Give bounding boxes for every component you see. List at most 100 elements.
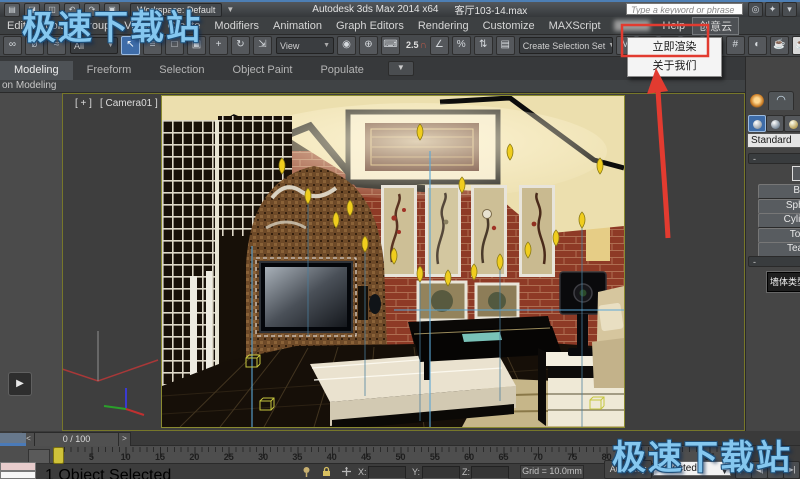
ribbon-tab-modeling[interactable]: Modeling [0, 61, 73, 80]
reference-coordinate-combo[interactable]: View▼ [276, 37, 334, 54]
create-tab-icon[interactable] [750, 94, 764, 108]
new-scene-icon[interactable]: ▤ [4, 3, 20, 17]
menu-item-edit[interactable]: Edit [0, 19, 33, 33]
menu-item-graph-editors[interactable]: Graph Editors [329, 19, 411, 33]
viewport-menu-general[interactable]: [ + ] [75, 98, 92, 109]
menu-item-customize[interactable]: Customize [476, 19, 542, 33]
cloud-menu-item-1[interactable]: 立即渲染 [628, 38, 721, 57]
next-frame-button[interactable]: ▶| [783, 461, 800, 479]
angle-snap-icon[interactable]: ∠ [430, 36, 449, 55]
unlink-selection-icon[interactable]: ø [25, 36, 44, 55]
create-torus-button[interactable]: Torus [758, 228, 800, 243]
lights-category-icon[interactable] [784, 115, 800, 132]
time-slider-value[interactable]: 0 / 100 [34, 432, 119, 447]
ribbon-tab-populate[interactable]: Populate [306, 61, 377, 80]
y-coord-label: Y: [412, 467, 420, 477]
selection-filter-combo[interactable]: All▼ [70, 37, 118, 54]
menu-item-tools[interactable]: Tools [33, 19, 73, 33]
selection-lock-icon[interactable] [320, 466, 333, 478]
communication-center-icon[interactable]: ✦ [765, 2, 780, 17]
menu-item-help[interactable]: Help [656, 19, 693, 33]
play-overlay-icon[interactable]: ▶ [8, 372, 32, 396]
use-pivot-center-icon[interactable]: ◉ [337, 36, 356, 55]
frame-tick-25: 25 [220, 452, 238, 462]
select-and-rotate-icon[interactable]: ↻ [231, 36, 250, 55]
menu-item-views[interactable]: Views [117, 19, 160, 33]
search-find-icon[interactable]: ◎ [748, 2, 763, 17]
keyboard-override-icon[interactable]: ⌨ [381, 36, 400, 55]
project-folder-icon[interactable]: ▣ [104, 3, 120, 17]
sign-in-icon[interactable]: ▾ [782, 2, 797, 17]
maxscript-mini-listener-white[interactable] [0, 471, 36, 479]
create-sphere-button[interactable]: Sphere [758, 199, 800, 214]
object-type-rollout-header[interactable]: - [748, 153, 800, 164]
schematic-view-icon[interactable]: # [726, 36, 745, 55]
ribbon-options-dropdown[interactable]: ▼ [388, 61, 414, 76]
workspace-dropdown[interactable]: Workspace: Default [130, 3, 222, 17]
previous-frame-button[interactable]: ◀| [751, 461, 768, 479]
material-editor-icon[interactable]: ◐ [748, 36, 767, 55]
menu-item-censored[interactable] [614, 20, 650, 31]
create-cylinder-button[interactable]: Cylinder [758, 213, 800, 228]
modify-tab-icon[interactable]: ◠ [768, 91, 794, 110]
create-box-button[interactable]: Box [758, 184, 800, 199]
x-coord-field[interactable] [368, 466, 406, 479]
ribbon-tab-freeform[interactable]: Freeform [73, 61, 146, 80]
menu-item-modifiers[interactable]: Modifiers [207, 19, 266, 33]
cloud-menu-item-2[interactable]: 关于我们 [628, 57, 721, 76]
rendered-frame-icon[interactable]: ☕ [792, 36, 800, 55]
selection-set-combo[interactable]: Create Selection Set▼ [519, 37, 613, 54]
object-name-field[interactable]: 墙体类型 [767, 272, 800, 292]
z-coord-field[interactable] [471, 466, 509, 479]
redo-icon[interactable]: ↷ [84, 3, 100, 17]
menu-item-创意云[interactable]: 创意云 [692, 17, 739, 35]
viewport-menu-camera[interactable]: [ Camera01 ] [100, 98, 158, 109]
rect-selection-region-icon[interactable]: □ [165, 36, 184, 55]
open-file-icon[interactable]: ◪ [24, 3, 40, 17]
frame-tick-60: 60 [460, 452, 478, 462]
window-crossing-icon[interactable]: ▣ [187, 36, 206, 55]
select-object-icon[interactable]: ↖ [121, 36, 140, 55]
workspace-arrow-icon[interactable]: ▼ [226, 5, 234, 14]
search-input[interactable]: Type a keyword or phrase [626, 3, 743, 15]
frame-forward-button[interactable]: > [118, 432, 131, 447]
ribbon-collapsed-panel[interactable]: on Modeling [0, 80, 745, 93]
maxscript-mini-listener-pink[interactable] [0, 462, 36, 471]
save-file-icon[interactable]: ◫ [44, 3, 60, 17]
geometry-category-icon[interactable] [748, 115, 766, 132]
menu-item-rendering[interactable]: Rendering [411, 19, 476, 33]
workspace-label: Workspace: Default [137, 5, 215, 15]
spinner-snap-icon[interactable]: ⇅ [474, 36, 493, 55]
primitive-category-dropdown[interactable]: Standard [747, 133, 800, 148]
select-and-manipulate-icon[interactable]: ⊕ [359, 36, 378, 55]
menu-item-create[interactable]: Create [160, 19, 207, 33]
menu-item-group[interactable]: Group [73, 19, 118, 33]
ribbon-tab-object-paint[interactable]: Object Paint [219, 61, 307, 80]
auto-key-button[interactable]: Auto Key [604, 460, 652, 479]
named-selection-sets-icon[interactable]: ▤ [496, 36, 515, 55]
ribbon-tab-selection[interactable]: Selection [145, 61, 218, 80]
percent-snap-icon[interactable]: % [452, 36, 471, 55]
transform-gizmo-icon[interactable] [340, 466, 353, 478]
bind-to-spacewarp-icon[interactable]: ≈ [47, 36, 66, 55]
menu-item-animation[interactable]: Animation [266, 19, 329, 33]
viewport[interactable]: [ + ] [ Camera01 ] [ Smooth + Highlights… [62, 93, 745, 431]
camera-viewport-render[interactable] [161, 95, 625, 428]
menu-item-maxscript[interactable]: MAXScript [542, 19, 608, 33]
undo-icon[interactable]: ↶ [64, 3, 80, 17]
name-color-rollout-header[interactable]: - [748, 256, 800, 267]
shapes-category-icon[interactable] [766, 115, 784, 132]
select-and-move-icon[interactable]: + [209, 36, 228, 55]
select-and-link-icon[interactable]: ∞ [3, 36, 22, 55]
select-and-scale-icon[interactable]: ⇲ [253, 36, 272, 55]
current-frame-marker[interactable] [53, 447, 64, 464]
select-by-name-icon[interactable]: ≡ [143, 36, 162, 55]
snaps-toggle-icon[interactable]: 2.5∩ [406, 40, 427, 51]
isolate-selection-icon[interactable] [300, 466, 313, 478]
render-setup-icon[interactable]: ☕ [770, 36, 789, 55]
play-button[interactable]: ▷ [767, 461, 784, 479]
y-coord-field[interactable] [422, 466, 460, 479]
key-filter-dropdown[interactable]: Selected ▼ [653, 461, 731, 476]
autogrid-checkbox[interactable] [792, 166, 800, 181]
go-to-start-button[interactable]: |◀ [735, 461, 752, 479]
